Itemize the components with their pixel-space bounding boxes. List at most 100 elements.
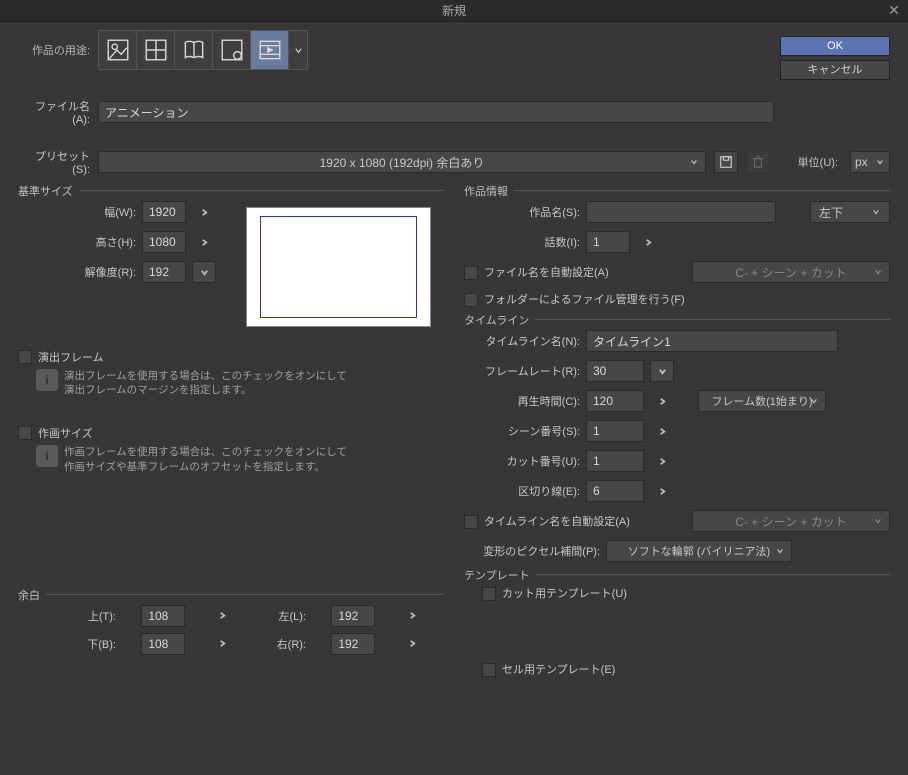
- filename-label: ファイル名(A):: [18, 98, 90, 126]
- drawing-size-checkbox[interactable]: [18, 426, 32, 440]
- info-icon: i: [36, 369, 58, 391]
- auto-filename-format-value: C- + シーン + カット: [735, 264, 846, 281]
- chevron-down-icon: [689, 155, 699, 169]
- auto-timeline-format-select[interactable]: C- + シーン + カット: [692, 510, 890, 532]
- chevron-down-icon: [873, 514, 883, 528]
- duration-popup[interactable]: [650, 390, 674, 412]
- unit-value: px: [855, 155, 868, 169]
- height-label: 高さ(H):: [18, 234, 136, 250]
- episode-input[interactable]: [586, 231, 630, 253]
- dpi-input[interactable]: [142, 261, 186, 283]
- chevron-down-icon: [875, 158, 885, 166]
- duration-label: 再生時間(C):: [464, 393, 580, 409]
- dialog-title: 新規: [442, 2, 466, 19]
- direction-info: 演出フレームを使用する場合は、このチェックをオンにして 演出フレームのマージンを…: [64, 369, 347, 397]
- purpose-comic[interactable]: [137, 31, 175, 69]
- purpose-illustration[interactable]: [99, 31, 137, 69]
- margin-title: 余白: [18, 587, 46, 603]
- work-name-input[interactable]: [586, 201, 776, 223]
- cancel-button[interactable]: キャンセル: [780, 60, 890, 80]
- frame-mode-value: フレーム数(1始まり): [711, 393, 812, 409]
- margin-left-input[interactable]: [331, 605, 375, 627]
- fps-input[interactable]: [586, 360, 644, 382]
- purpose-dropdown[interactable]: [289, 31, 307, 69]
- interpolation-value: ソフトな輪郭 (バイリニア法): [628, 543, 770, 559]
- work-info-title: 作品情報: [464, 183, 514, 199]
- close-icon[interactable]: ✕: [886, 2, 902, 18]
- margin-right-label: 右(R):: [260, 636, 306, 652]
- interpolation-select[interactable]: ソフトな輪郭 (バイリニア法): [606, 540, 792, 562]
- unit-select[interactable]: px: [850, 151, 890, 173]
- divider-popup[interactable]: [650, 480, 674, 502]
- height-popup[interactable]: [192, 231, 216, 253]
- fps-label: フレームレート(R):: [464, 363, 580, 379]
- purpose-book[interactable]: [175, 31, 213, 69]
- auto-timeline-name-checkbox[interactable]: [464, 515, 478, 529]
- scene-label: シーン番号(S):: [464, 423, 580, 439]
- chevron-down-icon: [871, 208, 881, 216]
- margin-bottom-input[interactable]: [141, 633, 185, 655]
- preset-value: 1920 x 1080 (192dpi) 余白あり: [320, 154, 485, 171]
- margin-bottom-label: 下(B):: [70, 636, 116, 652]
- episode-popup[interactable]: [636, 231, 660, 253]
- scene-input[interactable]: [586, 420, 644, 442]
- cel-template-checkbox[interactable]: [482, 663, 496, 677]
- frame-mode-select[interactable]: フレーム数(1始まり): [698, 390, 826, 412]
- auto-timeline-format-value: C- + シーン + カット: [735, 513, 846, 530]
- save-preset-button[interactable]: [714, 151, 738, 173]
- cut-label: カット番号(U):: [464, 453, 580, 469]
- purpose-print[interactable]: [213, 31, 251, 69]
- duration-input[interactable]: [586, 390, 644, 412]
- direction-frame-label: 演出フレーム: [38, 349, 104, 365]
- template-title: テンプレート: [464, 567, 536, 583]
- cut-popup[interactable]: [650, 450, 674, 472]
- width-input[interactable]: [142, 201, 186, 223]
- work-name-position-select[interactable]: 左下: [810, 201, 890, 223]
- chevron-down-icon: [873, 265, 883, 279]
- interpolation-label: 変形のピクセル補間(P):: [464, 543, 600, 559]
- cel-template-label: セル用テンプレート(E): [502, 661, 615, 677]
- filename-input[interactable]: [98, 101, 774, 123]
- purpose-animation[interactable]: [251, 31, 289, 69]
- cut-input[interactable]: [586, 450, 644, 472]
- preset-label: プリセット(S):: [18, 148, 90, 176]
- divider-label: 区切り線(E):: [464, 483, 580, 499]
- folder-management-checkbox[interactable]: [464, 293, 478, 307]
- ok-button[interactable]: OK: [780, 36, 890, 56]
- chevron-down-icon: [775, 544, 785, 558]
- auto-timeline-name-label: タイムライン名を自動設定(A): [484, 513, 630, 529]
- margin-right-popup[interactable]: [401, 633, 425, 655]
- purpose-label: 作品の用途:: [18, 30, 90, 58]
- work-name-label: 作品名(S):: [464, 204, 580, 220]
- margin-left-label: 左(L):: [260, 608, 306, 624]
- cut-template-checkbox[interactable]: [482, 587, 496, 601]
- margin-top-input[interactable]: [141, 605, 185, 627]
- margin-top-label: 上(T):: [70, 608, 116, 624]
- margin-top-popup[interactable]: [211, 605, 235, 627]
- base-size-title: 基準サイズ: [18, 183, 79, 199]
- margin-left-popup[interactable]: [401, 605, 425, 627]
- preset-select[interactable]: 1920 x 1080 (192dpi) 余白あり: [98, 151, 706, 173]
- width-popup[interactable]: [192, 201, 216, 223]
- auto-filename-format-select[interactable]: C- + シーン + カット: [692, 261, 890, 283]
- info-icon: i: [36, 445, 58, 467]
- auto-filename-checkbox[interactable]: [464, 266, 478, 280]
- height-input[interactable]: [142, 231, 186, 253]
- scene-popup[interactable]: [650, 420, 674, 442]
- work-name-position-value: 左下: [819, 204, 843, 221]
- cut-template-label: カット用テンプレート(U): [502, 585, 627, 601]
- canvas-preview: [246, 207, 431, 327]
- timeline-name-label: タイムライン名(N):: [464, 333, 580, 349]
- dpi-dropdown[interactable]: [192, 261, 216, 283]
- drawing-info: 作画フレームを使用する場合は、このチェックをオンにして 作画サイズや基準フレーム…: [64, 445, 347, 473]
- direction-frame-checkbox[interactable]: [18, 350, 32, 364]
- purpose-toolbar: [98, 30, 308, 70]
- dpi-label: 解像度(R):: [18, 264, 136, 280]
- divider-input[interactable]: [586, 480, 644, 502]
- fps-dropdown[interactable]: [650, 360, 674, 382]
- timeline-name-input[interactable]: [586, 330, 838, 352]
- margin-bottom-popup[interactable]: [211, 633, 235, 655]
- drawing-size-label: 作画サイズ: [38, 425, 93, 441]
- margin-right-input[interactable]: [331, 633, 375, 655]
- auto-filename-label: ファイル名を自動設定(A): [484, 264, 609, 280]
